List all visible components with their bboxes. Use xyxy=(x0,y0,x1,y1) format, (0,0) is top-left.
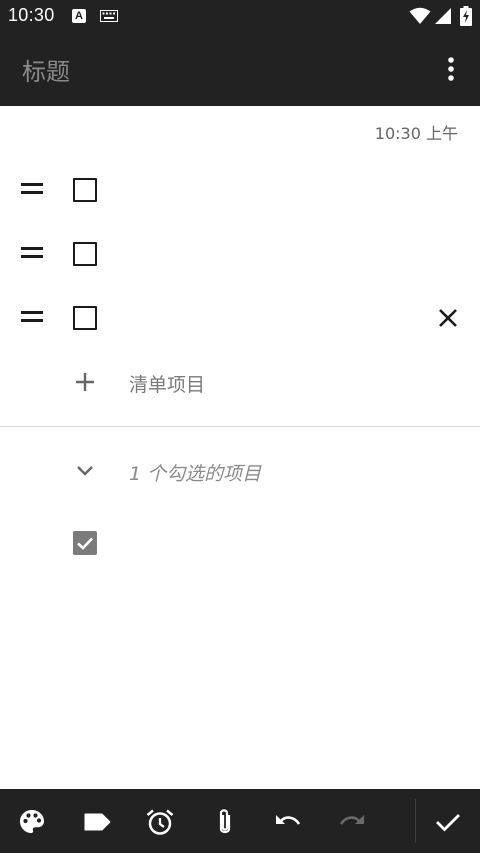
a-notification-icon: A xyxy=(72,9,86,23)
item-checkbox[interactable] xyxy=(73,306,97,330)
status-bar: 10:30 A xyxy=(0,0,480,32)
chevron-down-icon xyxy=(77,466,93,476)
drag-handle-icon[interactable] xyxy=(21,247,43,261)
plus-icon xyxy=(76,373,94,391)
label-icon[interactable] xyxy=(82,807,112,837)
signal-icon xyxy=(435,8,451,24)
bottom-toolbar xyxy=(0,789,480,853)
palette-icon[interactable] xyxy=(17,807,47,837)
list-item[interactable] xyxy=(0,163,480,219)
toolbar-divider xyxy=(415,799,416,843)
drag-handle-icon[interactable] xyxy=(21,183,43,197)
edited-timestamp: 10:30 上午 xyxy=(374,124,458,143)
item-checkbox[interactable] xyxy=(73,242,97,266)
add-list-item-button[interactable]: 清单项目 xyxy=(0,355,480,411)
status-time: 10:30 xyxy=(8,5,55,25)
checked-items-label: 1 个勾选的项目 xyxy=(129,463,262,485)
redo-icon[interactable] xyxy=(337,807,367,837)
list-item[interactable] xyxy=(0,291,480,347)
checked-checkbox[interactable] xyxy=(73,531,97,555)
divider xyxy=(0,426,480,427)
checked-items-toggle[interactable]: 1 个勾选的项目 xyxy=(0,445,480,501)
drag-handle-icon[interactable] xyxy=(21,311,43,325)
item-checkbox[interactable] xyxy=(73,178,97,202)
more-vert-icon[interactable] xyxy=(440,54,462,84)
alarm-icon[interactable] xyxy=(145,807,175,837)
check-icon xyxy=(77,537,93,550)
app-bar: 标题 xyxy=(0,32,480,106)
note-title-input[interactable]: 标题 xyxy=(22,52,70,87)
done-icon[interactable] xyxy=(433,807,463,837)
battery-charging-icon xyxy=(460,6,472,26)
wifi-icon xyxy=(409,7,431,24)
undo-icon[interactable] xyxy=(273,807,303,837)
keyboard-icon xyxy=(100,10,118,22)
close-icon[interactable] xyxy=(437,307,459,329)
attach-icon[interactable] xyxy=(210,807,240,837)
list-item[interactable] xyxy=(0,227,480,283)
add-item-label: 清单项目 xyxy=(129,374,206,396)
